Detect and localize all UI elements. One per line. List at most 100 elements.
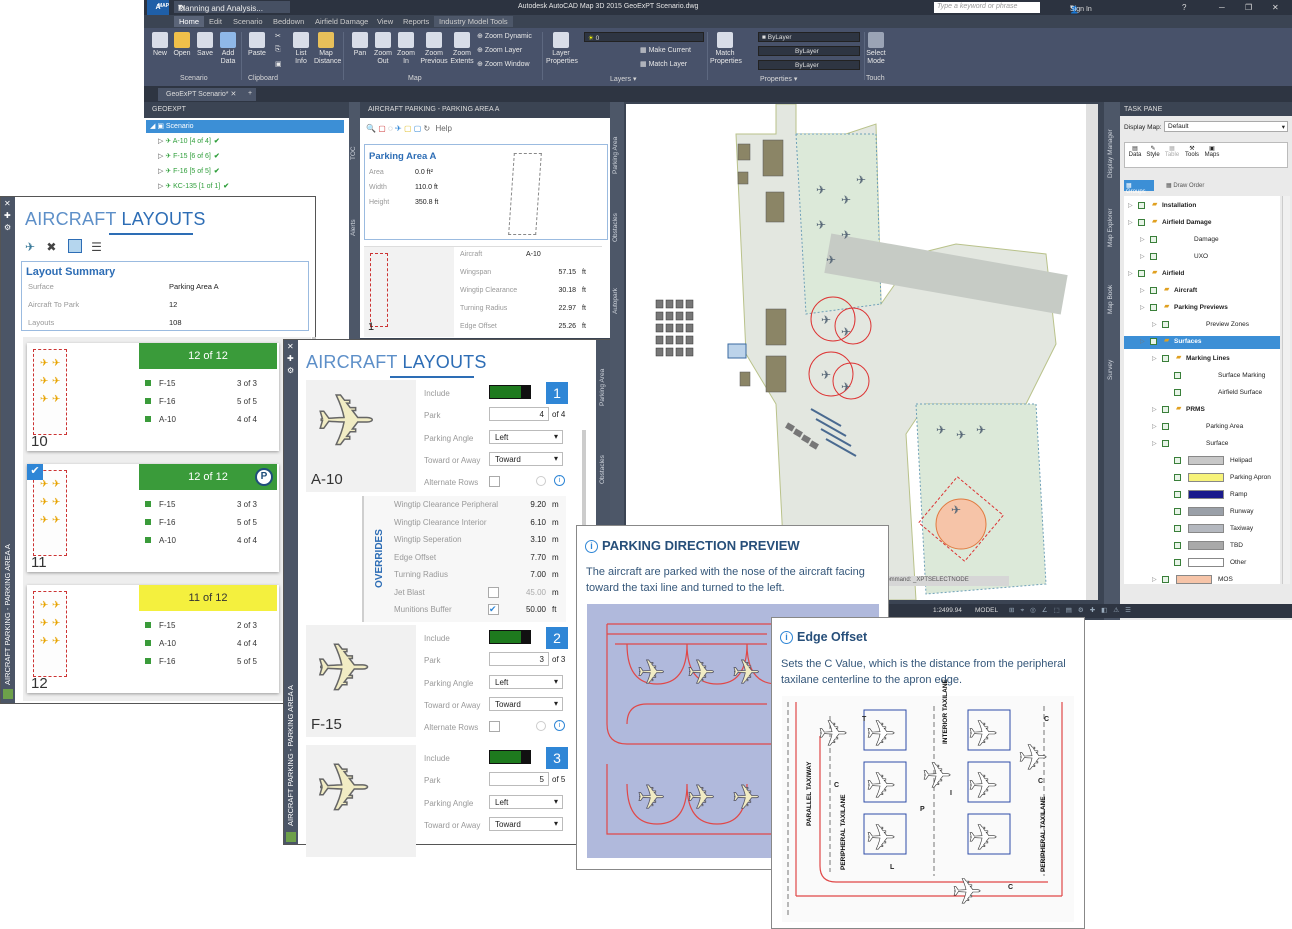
- info-icon[interactable]: i: [554, 475, 565, 486]
- tree-item-f15[interactable]: ▷ ✈ F-15 [6 of 6] ✔: [158, 152, 220, 160]
- copy-icon[interactable]: ⎘: [275, 46, 281, 54]
- pin-icon[interactable]: ✚: [4, 211, 11, 220]
- layer-checkbox[interactable]: [1174, 372, 1181, 379]
- layer-checkbox[interactable]: [1174, 389, 1181, 396]
- layer-checkbox[interactable]: [1162, 321, 1169, 328]
- side-tab-alerts[interactable]: Alerts: [350, 219, 357, 236]
- expand-icon[interactable]: ▷: [1152, 406, 1157, 413]
- clear-icon[interactable]: ✖: [46, 240, 56, 254]
- layer-row[interactable]: ▷ ▰ Parking Previews: [1124, 302, 1280, 315]
- toward-or-away-select[interactable]: Toward: [489, 452, 563, 466]
- layer-row[interactable]: ▷ Surface: [1124, 438, 1280, 451]
- override-value[interactable]: 7.00: [506, 570, 546, 579]
- parking-angle-select[interactable]: Left: [489, 675, 563, 689]
- layer-checkbox[interactable]: [1162, 440, 1169, 447]
- aircraft-tool-icon[interactable]: ✈: [25, 240, 35, 254]
- layer-row[interactable]: Taxiway: [1124, 523, 1280, 536]
- expand-icon[interactable]: ▷: [1128, 202, 1133, 209]
- zoom-out-button[interactable]: Zoom Out: [371, 32, 395, 66]
- layer-tree-scrollbar[interactable]: [1282, 196, 1290, 584]
- expand-icon[interactable]: ▷: [1128, 270, 1133, 277]
- override-value[interactable]: 50.00: [506, 605, 546, 614]
- tree-item-f16[interactable]: ▷ ✈ F-16 [5 of 5] ✔: [158, 167, 220, 175]
- layer-checkbox[interactable]: [1174, 491, 1181, 498]
- layer-row[interactable]: ▷ Damage: [1124, 234, 1280, 247]
- layer-checkbox[interactable]: [1174, 474, 1181, 481]
- scale-readout[interactable]: 1:2499.94: [933, 607, 962, 614]
- status-toggles[interactable]: ⊞⌖◎∠⬚▤⚙✚◧⚠☰: [1009, 606, 1137, 615]
- zoom-dynamic-button[interactable]: ⊕ Zoom Dynamic: [477, 32, 532, 40]
- include-toggle[interactable]: [489, 630, 531, 644]
- munitions-buffer-checkbox[interactable]: ✔: [488, 604, 499, 615]
- maps-button[interactable]: ▣ Maps: [1203, 145, 1221, 158]
- make-current-button[interactable]: ▦ Make Current: [640, 46, 691, 54]
- workspace-selector[interactable]: ⚙ Planning and Analysis... ▾: [174, 1, 290, 13]
- side-tab-parking-area[interactable]: Parking Area: [599, 369, 606, 406]
- park-input[interactable]: 4: [489, 407, 549, 421]
- style-button[interactable]: ✎ Style: [1145, 145, 1161, 158]
- layer-row[interactable]: Runway: [1124, 506, 1280, 519]
- layer-row[interactable]: Airfield Surface: [1124, 387, 1280, 400]
- help-link[interactable]: Help: [435, 124, 451, 133]
- parking-angle-select[interactable]: Left: [489, 795, 563, 809]
- tab-airfield-damage[interactable]: Airfield Damage: [310, 16, 373, 27]
- layer-row[interactable]: ▷ ▰ Marking Lines: [1124, 353, 1280, 366]
- expand-icon[interactable]: ▷: [1140, 338, 1145, 345]
- layer-row[interactable]: Parking Apron: [1124, 472, 1280, 485]
- layer-checkbox[interactable]: [1174, 508, 1181, 515]
- help-icon[interactable]: ?: [1182, 3, 1186, 12]
- layer-properties-button[interactable]: Layer Properties: [546, 32, 578, 66]
- layout-card[interactable]: ✈ ✈ ✈ ✈ ✈ ✈ 11 ✔ 12 of 12 P F-15 3 of 3 F-16 5 of 5 A-…: [27, 464, 279, 572]
- tools-button[interactable]: ⚒ Tools: [1183, 145, 1201, 158]
- side-tab-map-book[interactable]: Map Book: [1107, 285, 1114, 314]
- list-view-icon[interactable]: ☰: [91, 240, 102, 254]
- map-distance-button[interactable]: Map Distance: [314, 32, 341, 66]
- select-icon[interactable]: ▢: [378, 124, 386, 133]
- data-button[interactable]: ▤ Data: [1127, 145, 1143, 158]
- paste-button[interactable]: Paste: [245, 32, 269, 58]
- match-icon[interactable]: ▣: [275, 60, 282, 68]
- tree-item-kc135[interactable]: ▷ ✈ KC-135 [1 of 1] ✔: [158, 182, 229, 190]
- sign-in-button[interactable]: 👤 Sign In ▾: [1070, 3, 1092, 14]
- layer-row[interactable]: ▷ Preview Zones: [1124, 319, 1280, 332]
- override-value[interactable]: 7.70: [506, 553, 546, 562]
- match-properties-button[interactable]: Match Properties: [710, 32, 742, 66]
- jet-blast-checkbox[interactable]: [488, 586, 499, 598]
- layer-row[interactable]: ▷ MOS: [1124, 574, 1280, 584]
- zoom-extents-button[interactable]: Zoom Extents: [448, 32, 476, 66]
- map-vertical-scrollbar[interactable]: [1086, 104, 1098, 600]
- aircraft-info-card[interactable]: 1 Aircraft A-10 Wingspan 57.15 ft Wingtip Cle…: [364, 246, 602, 337]
- layer-row[interactable]: Surface Marking: [1124, 370, 1280, 383]
- layer-row[interactable]: TBD: [1124, 540, 1280, 553]
- zoom-layer-button[interactable]: ⊕ Zoom Layer: [477, 46, 522, 54]
- side-tab-survey[interactable]: Survey: [1107, 360, 1114, 380]
- model-space-button[interactable]: MODEL: [975, 607, 998, 614]
- include-toggle[interactable]: [489, 750, 531, 764]
- lasso-icon[interactable]: ◌: [388, 124, 393, 133]
- layer-row[interactable]: Helipad: [1124, 455, 1280, 468]
- expand-icon[interactable]: ▷: [1152, 576, 1157, 583]
- highlight-icon[interactable]: ▢: [404, 124, 412, 133]
- pan-button[interactable]: Pan: [348, 32, 372, 58]
- expand-icon[interactable]: ▷: [1140, 304, 1145, 311]
- settings-icon[interactable]: ⚙: [287, 366, 294, 375]
- tab-scenario[interactable]: Scenario: [228, 16, 268, 27]
- override-value[interactable]: 45.00: [506, 588, 546, 597]
- close-icon[interactable]: ✕: [287, 342, 294, 351]
- layout-card[interactable]: ✈ ✈ ✈ ✈ ✈ ✈ 12 11 of 12 F-15 2 of 3 A-10 4 of 4 F-16…: [27, 585, 279, 693]
- new-button[interactable]: New: [148, 32, 172, 58]
- layer-checkbox[interactable]: [1150, 338, 1157, 345]
- parking-angle-select[interactable]: Left: [489, 430, 563, 444]
- delete-icon[interactable]: ▢: [414, 124, 422, 133]
- close-tab-icon[interactable]: ✕: [230, 91, 236, 98]
- layer-checkbox[interactable]: [1150, 304, 1157, 311]
- tab-edit[interactable]: Edit: [204, 16, 227, 27]
- layer-checkbox[interactable]: [1174, 542, 1181, 549]
- layer-row[interactable]: ▷ ▰ PRMS: [1124, 404, 1280, 417]
- override-value[interactable]: 3.10: [506, 535, 546, 544]
- expand-icon[interactable]: ▷: [1140, 236, 1145, 243]
- park-input[interactable]: 3: [489, 652, 549, 666]
- group-layers[interactable]: Layers ▾: [610, 75, 636, 83]
- expand-icon[interactable]: ▷: [1152, 440, 1157, 447]
- layer-row[interactable]: ▷ ▰ Installation: [1124, 200, 1280, 213]
